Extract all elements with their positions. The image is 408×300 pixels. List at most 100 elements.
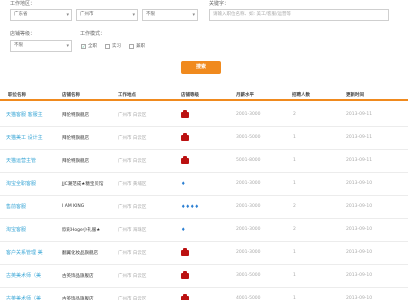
diamond-icon: ♦ [194, 204, 199, 210]
district-value: 不限 [146, 12, 155, 17]
shop-name: 欣彩Hoge小礼服★ [62, 228, 101, 233]
crown-icon [181, 248, 189, 256]
header-date: 更新时间 [346, 93, 364, 98]
shop-level [181, 271, 189, 281]
update-date: 2013-09-10 [346, 204, 373, 209]
search-button[interactable]: 搜索 [181, 61, 221, 74]
job-title-link[interactable]: 天猫客服 客服主 [6, 111, 43, 118]
salary-range: 5001-8000 [236, 158, 261, 163]
chevron-down-icon: ▾ [132, 12, 135, 18]
job-location: 广州市 白云区 [118, 297, 147, 300]
checkbox-icon [129, 43, 134, 49]
city-select[interactable]: 广州市 ▾ [76, 9, 138, 21]
update-date: 2013-09-11 [346, 112, 373, 117]
province-select[interactable]: 广东省 ▾ [10, 9, 72, 21]
shop-level [181, 133, 189, 143]
job-title-link[interactable]: 淘宝客服 [6, 226, 26, 233]
mode-label: 实习 [112, 44, 121, 49]
chevron-down-icon: ▾ [192, 12, 195, 18]
hire-count: 2 [293, 204, 296, 209]
update-date: 2013-09-10 [346, 250, 373, 255]
header-count: 招聘人数 [292, 93, 310, 98]
shop-name: 拜伦特旗舰店 [62, 113, 89, 118]
shop-level [181, 156, 189, 166]
table-row[interactable]: 天猫客服 客服主 拜伦特旗舰店 广州市 白云区 2001-3000 2 2013-09-1… [0, 104, 408, 127]
shop-name: 古英饰品旗舰店 [62, 274, 94, 279]
salary-range: 2001-3000 [236, 227, 261, 232]
shop-level: ♦ [181, 181, 185, 187]
mode-fulltime-checkbox[interactable]: ✓ 全职 [81, 43, 97, 49]
table-row[interactable]: 古英美术师（美 古英饰品旗舰店 广州市 白云区 3001-5000 1 2013-09-1… [0, 265, 408, 288]
crown-icon [181, 294, 189, 300]
job-location: 广州市 白云区 [118, 251, 147, 256]
job-title-link[interactable]: 售前客服 [6, 203, 26, 210]
table-row[interactable]: 天猫美工 设计主 拜伦特旗舰店 广州市 白云区 3001-5000 1 2013-09-1… [0, 127, 408, 150]
hire-count: 1 [293, 158, 296, 163]
province-value: 广东省 [14, 12, 28, 17]
shop-level: ♦ [181, 227, 185, 233]
job-location: 广州市 白云区 [118, 205, 147, 210]
job-title-link[interactable]: 天猫美工 设计主 [6, 134, 43, 141]
crown-icon [181, 133, 189, 141]
job-title-link[interactable]: 古英美术师（美 [6, 295, 41, 300]
job-location: 广州市 白云区 [118, 274, 147, 279]
update-date: 2013-09-11 [346, 135, 373, 140]
job-location: 广州市 白云区 [118, 159, 147, 164]
mode-label: 全职 [88, 44, 97, 49]
header-location: 工作地点 [118, 93, 136, 98]
checkbox-checked-icon: ✓ [81, 43, 86, 49]
update-date: 2013-09-10 [346, 273, 373, 278]
job-title-link[interactable]: 客户关系管理 美 [6, 249, 43, 256]
table-row[interactable]: 淘宝客服 欣彩Hoge小礼服★ 广州市 海珠区 ♦ 2001-3000 2 2013-09-… [0, 219, 408, 242]
keyword-label: 关键字： [209, 1, 230, 7]
table-row[interactable]: 淘宝全职客服 JJC潮范成★糖宝贝馆 广州市 黄埔区 ♦ 2001-3000 1 2013-… [0, 173, 408, 196]
mode-parttime-checkbox[interactable]: 兼职 [129, 43, 145, 49]
chevron-down-icon: ▾ [66, 12, 69, 18]
location-label: 工作地区： [10, 1, 36, 7]
chevron-down-icon: ▾ [66, 43, 69, 49]
crown-icon [181, 110, 189, 118]
update-date: 2013-09-10 [346, 181, 373, 186]
district-select[interactable]: 不限 ▾ [142, 9, 198, 21]
shop-level [181, 248, 189, 258]
table-row[interactable]: 天猫运营主管 拜伦特旗舰店 广州市 白云区 5001-8000 1 2013-09-11 [0, 150, 408, 173]
header-salary: 月薪水平 [236, 93, 254, 98]
shop-level-value: 不限 [14, 43, 23, 48]
update-date: 2013-09-11 [346, 158, 373, 163]
salary-range: 2001-3000 [236, 181, 261, 186]
table-row[interactable]: 客户关系管理 美 翻翼化妆品旗舰店 广州市 白云区 2001-3000 1 2013-09… [0, 242, 408, 265]
hire-count: 2 [293, 112, 296, 117]
hire-count: 1 [293, 296, 296, 300]
work-mode-label: 工作模式： [80, 31, 106, 37]
salary-range: 4001-5000 [236, 296, 261, 300]
job-location: 广州市 白云区 [118, 136, 147, 141]
update-date: 2013-09-10 [346, 296, 373, 300]
shop-name: 古英饰品旗舰店 [62, 297, 94, 300]
crown-icon [181, 271, 189, 279]
hire-count: 1 [293, 135, 296, 140]
hire-count: 1 [293, 181, 296, 186]
shop-name: I AM KING [62, 204, 85, 209]
hire-count: 1 [293, 250, 296, 255]
job-location: 广州市 海珠区 [118, 228, 147, 233]
table-row[interactable]: 古英美术师（美 古英饰品旗舰店 广州市 白云区 4001-5000 1 2013-09-1… [0, 288, 408, 300]
shop-name: JJC潮范成★糖宝贝馆 [62, 182, 104, 187]
crown-icon [181, 156, 189, 164]
keyword-input[interactable]: 请输入职位名称、如: 美工/客服/运营等 [209, 9, 389, 21]
mode-label: 兼职 [136, 44, 145, 49]
update-date: 2013-09-10 [346, 227, 373, 232]
job-title-link[interactable]: 古英美术师（美 [6, 272, 41, 279]
shop-level [181, 110, 189, 120]
table-row[interactable]: 售前客服 I AM KING 广州市 白云区 ♦♦♦♦ 2001-3000 2 2013-0… [0, 196, 408, 219]
header-level: 店铺等级 [181, 93, 199, 98]
shop-level: ♦♦♦♦ [181, 204, 199, 210]
job-title-link[interactable]: 淘宝全职客服 [6, 180, 36, 187]
job-title-link[interactable]: 天猫运营主管 [6, 157, 36, 164]
mode-intern-checkbox[interactable]: 实习 [105, 43, 121, 49]
salary-range: 2001-3000 [236, 250, 261, 255]
shop-name: 拜伦特旗舰店 [62, 159, 89, 164]
salary-range: 3001-5000 [236, 135, 261, 140]
salary-range: 3001-5000 [236, 273, 261, 278]
checkbox-icon [105, 43, 110, 49]
shop-level-select[interactable]: 不限 ▾ [10, 40, 72, 52]
